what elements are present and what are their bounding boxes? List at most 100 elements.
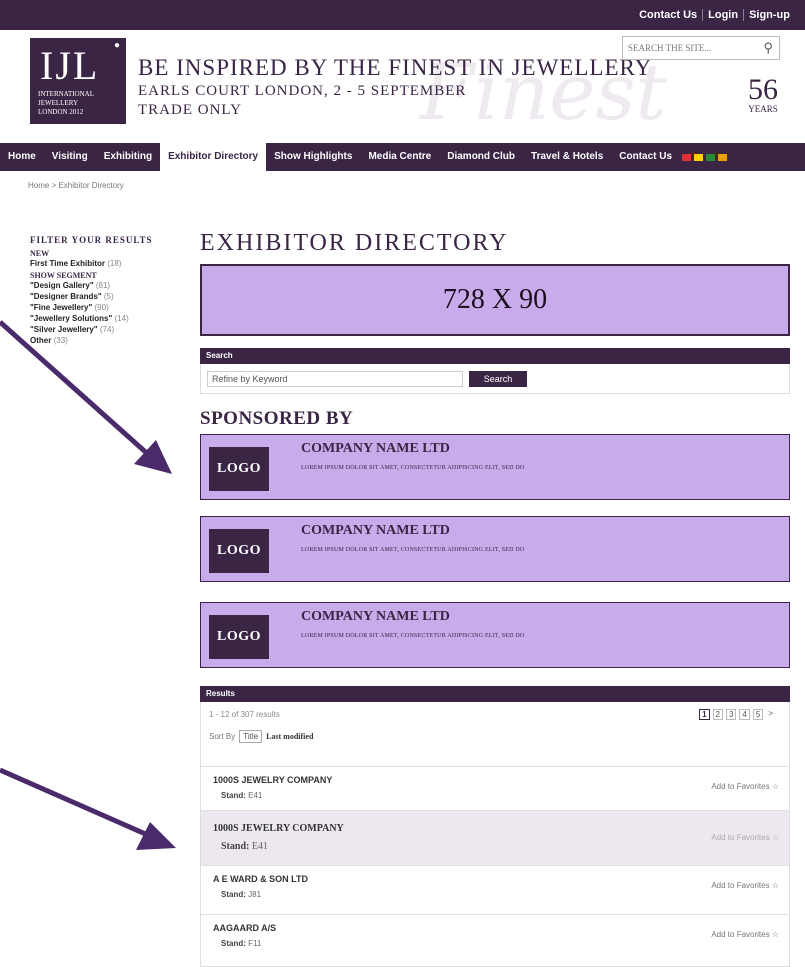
result-row[interactable]: AAGAARD A/S Stand: F11 Add to Favorites … [201,914,789,958]
favorites-label: Add to Favorites [711,881,770,890]
stand-label: Stand: [221,939,246,948]
site-search-input[interactable] [623,37,753,59]
flag-icon[interactable] [706,153,716,161]
logo-subtitle: INTERNATIONAL JEWELLERY LONDON 2012 [38,90,94,117]
stand-label: Stand: [221,890,246,899]
nav-travel-hotels[interactable]: Travel & Hotels [523,143,611,171]
signup-link[interactable]: Sign-up [743,9,795,21]
flag-icon[interactable] [718,153,728,161]
sort-label: Sort By [209,732,236,741]
filter-item-count: (90) [94,303,109,312]
stand-info: Stand: E41 [221,791,262,800]
star-icon[interactable]: ☆ [772,782,779,791]
sponsor-logo: LOGO [209,529,269,573]
result-row[interactable]: 1000S JEWELRY COMPANY Stand: E41 Add to … [201,766,789,810]
exhibitor-name[interactable]: AAGAARD A/S [213,923,276,933]
add-to-favorites[interactable]: Add to Favorites ☆ [711,833,779,842]
keyword-search-input[interactable] [207,371,463,387]
page-link[interactable]: 1 [699,709,710,720]
annotation-arrow-icon [0,320,172,474]
filter-segment-label: SHOW SEGMENT [30,271,97,280]
filter-item-count: (5) [103,292,114,301]
page-link[interactable]: 3 [725,709,737,720]
exhibitor-name[interactable]: A E WARD & SON LTD [213,874,308,884]
site-search-box: ⚲ [622,36,780,60]
filter-title: FILTER YOUR RESULTS [30,235,153,245]
page-link[interactable]: 4 [739,709,750,720]
flag-icon[interactable] [682,153,692,161]
star-icon[interactable]: ☆ [772,833,779,842]
stand-label: Stand: [221,841,250,852]
top-utility-bar: Contact Us Login Sign-up [0,0,805,30]
sponsor-description: LOREM IPSUM DOLOR SIT AMET, CONSECTETUR … [301,547,525,553]
filter-item-label: "Design Gallery" [30,281,94,290]
sponsor-card[interactable]: LOGO COMPANY NAME LTD LOREM IPSUM DOLOR … [200,602,790,668]
tagline-line-1: BE INSPIRED BY THE FINEST IN JEWELLERY [138,55,653,80]
header-tagline: BE INSPIRED BY THE FINEST IN JEWELLERY E… [138,55,652,119]
page-link[interactable]: 5 [752,709,764,720]
nav-home[interactable]: Home [0,143,44,171]
filter-item-label: "Designer Brands" [30,292,102,301]
filter-segment-item[interactable]: "Design Gallery" (81) [30,280,180,291]
sponsor-description: LOREM IPSUM DOLOR SIT AMET, CONSECTETUR … [301,465,525,471]
stand-number: E41 [251,841,268,852]
stand-label: Stand: [221,791,246,800]
exhibitor-name[interactable]: 1000S JEWELRY COMPANY [213,823,344,834]
search-panel-header: Search [200,348,790,364]
add-to-favorites[interactable]: Add to Favorites ☆ [711,930,779,939]
stand-info: Stand: J81 [221,890,261,899]
filter-segment-item[interactable]: "Designer Brands" (5) [30,291,180,302]
nav-diamond-club[interactable]: Diamond Club [439,143,523,171]
result-row[interactable]: 1000S JEWELRY COMPANY Stand: E41 Add to … [201,810,789,865]
nav-exhibiting[interactable]: Exhibiting [96,143,160,171]
star-icon[interactable]: ☆ [772,881,779,890]
page-link[interactable]: 2 [712,709,723,720]
page-title: EXHIBITOR DIRECTORY [200,230,509,256]
main-nav: Home Visiting Exhibiting Exhibitor Direc… [0,143,805,171]
favorites-label: Add to Favorites [711,833,770,842]
ad-banner-placeholder[interactable]: 728 X 90 [200,264,790,336]
years-badge: 56 YEARS [748,75,778,115]
filter-segment-item[interactable]: "Fine Jewellery" (90) [30,302,180,313]
breadcrumb[interactable]: Home > Exhibitor Directory [28,181,124,190]
stand-number: J81 [248,890,262,899]
search-icon[interactable]: ⚲ [763,40,773,56]
flag-icon[interactable] [694,153,704,161]
sponsor-name: COMPANY NAME LTD [301,441,450,456]
filter-first-time-exhibitor[interactable]: First Time Exhibitor (18) [30,258,180,269]
next-page-link[interactable]: > [766,709,775,720]
sponsor-name: COMPANY NAME LTD [301,609,450,624]
add-to-favorites[interactable]: Add to Favorites ☆ [711,881,779,890]
nav-media-centre[interactable]: Media Centre [360,143,439,171]
logo-mark: IJL [40,43,100,88]
sort-by-control: Sort By Title Last modified [209,730,313,743]
favorites-label: Add to Favorites [711,782,770,791]
filter-item-count: (18) [107,259,122,268]
result-row[interactable]: A E WARD & SON LTD Stand: J81 Add to Fav… [201,865,789,909]
logo-dot-icon: ● [113,40,120,51]
sort-last-modified-option[interactable]: Last modified [266,732,313,741]
sponsor-card[interactable]: LOGO COMPANY NAME LTD LOREM IPSUM DOLOR … [200,434,790,500]
contact-us-link[interactable]: Contact Us [634,9,702,21]
logo-line-3: LONDON 2012 [38,108,84,116]
logo-line-2: JEWELLERY [38,99,79,107]
add-to-favorites[interactable]: Add to Favorites ☆ [711,782,779,791]
results-panel-header: Results [200,686,790,702]
sponsor-card[interactable]: LOGO COMPANY NAME LTD LOREM IPSUM DOLOR … [200,516,790,582]
sponsor-description: LOREM IPSUM DOLOR SIT AMET, CONSECTETUR … [301,633,525,639]
nav-contact-us[interactable]: Contact Us [611,143,680,171]
sort-title-option[interactable]: Title [239,730,263,743]
exhibitor-name[interactable]: 1000S JEWELRY COMPANY [213,775,332,785]
tagline-line-3: TRADE ONLY [138,102,242,118]
nav-visiting[interactable]: Visiting [44,143,96,171]
login-link[interactable]: Login [702,9,743,21]
results-count: 1 - 12 of 307 results [209,710,280,719]
star-icon[interactable]: ☆ [772,930,779,939]
logo-line-1: INTERNATIONAL [38,90,94,98]
nav-show-highlights[interactable]: Show Highlights [266,143,360,171]
nav-exhibitor-directory[interactable]: Exhibitor Directory [160,143,267,171]
search-button[interactable]: Search [469,371,527,387]
ijl-logo[interactable]: IJL ● INTERNATIONAL JEWELLERY LONDON 201… [30,38,126,124]
filter-new-label: NEW [30,249,50,258]
sponsored-heading: SPONSORED BY [200,408,354,429]
